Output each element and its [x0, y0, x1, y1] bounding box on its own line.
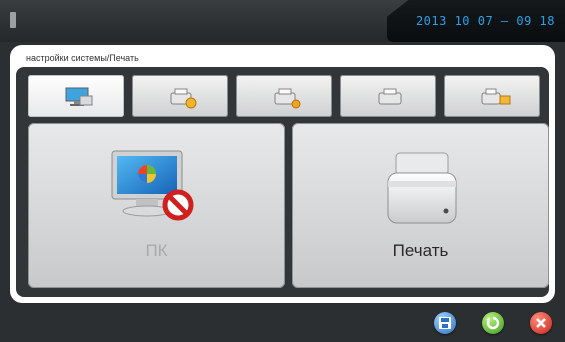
main-panel: настройки системы/Печать ПК Печать — [10, 45, 555, 303]
printer-gear-icon — [170, 88, 197, 109]
clock-tab: 2013 10 07 — 09 18 — [387, 0, 565, 42]
save-button[interactable] — [434, 312, 456, 334]
datetime-display: 2013 10 07 — 09 18 — [415, 14, 555, 28]
printer-share-icon — [274, 88, 301, 109]
tab-printer-settings[interactable] — [132, 75, 228, 117]
refresh-button[interactable] — [482, 312, 504, 334]
top-bar: 2013 10 07 — 09 18 — [0, 0, 565, 42]
tab-printer-share[interactable] — [236, 75, 332, 117]
monitor-icon — [65, 87, 93, 106]
tab-pc-settings[interactable] — [28, 75, 124, 117]
print-label: Печать — [392, 241, 449, 260]
printer-large-icon — [387, 152, 457, 224]
logo-icon — [10, 12, 16, 28]
refresh-icon — [486, 316, 500, 330]
close-icon — [536, 318, 546, 328]
print-button[interactable]: Печать — [292, 123, 549, 288]
tab-printer-network[interactable] — [444, 75, 540, 117]
monitor-disabled-icon — [111, 150, 194, 221]
breadcrumb: настройки системы/Печать — [26, 53, 139, 63]
printer-icon — [378, 88, 402, 105]
content-area: ПК Печать — [16, 67, 549, 297]
tab-printer-plain[interactable] — [340, 75, 436, 117]
save-icon — [439, 317, 451, 329]
pc-label: ПК — [145, 241, 168, 260]
pc-button[interactable]: ПК — [28, 123, 285, 288]
printer-network-icon — [481, 88, 511, 105]
close-button[interactable] — [530, 312, 552, 334]
